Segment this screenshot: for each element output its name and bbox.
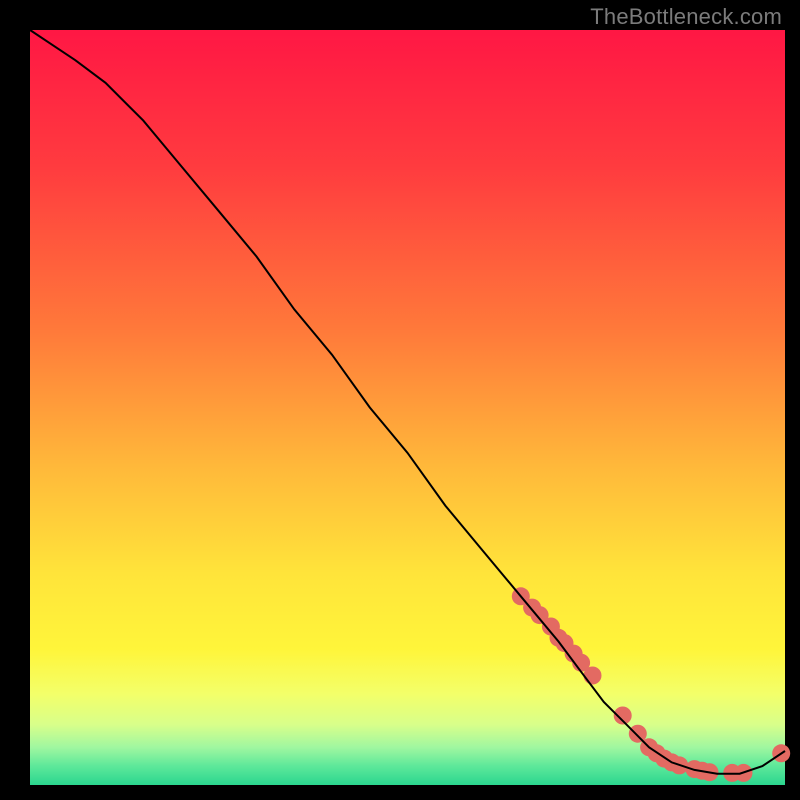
data-marker bbox=[584, 667, 602, 685]
bottleneck-chart bbox=[0, 0, 800, 800]
watermark-text: TheBottleneck.com bbox=[590, 4, 782, 30]
chart-container: { "watermark": "TheBottleneck.com", "cha… bbox=[0, 0, 800, 800]
plot-background bbox=[30, 30, 785, 785]
